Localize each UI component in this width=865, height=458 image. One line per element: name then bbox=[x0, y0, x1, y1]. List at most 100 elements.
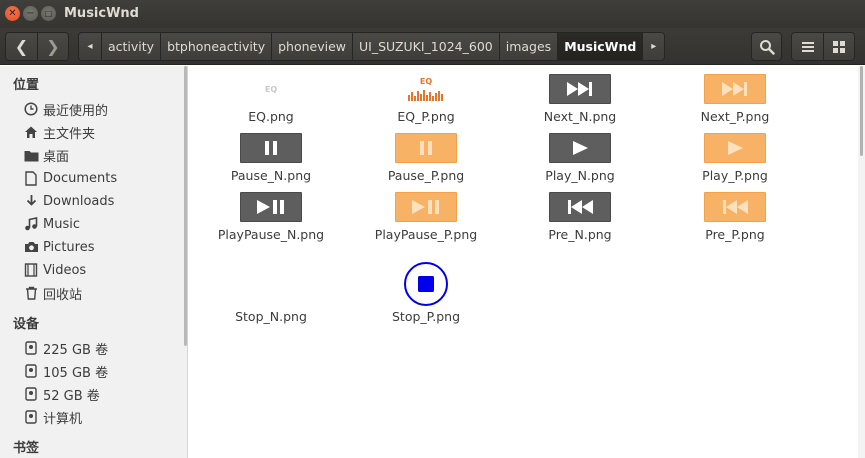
scrollbar-thumb[interactable] bbox=[860, 66, 863, 156]
list-view-icon bbox=[801, 41, 814, 52]
sidebar-item-volume-225gb[interactable]: 225 GB 卷 bbox=[23, 337, 108, 359]
eq-thumbnail: EQ bbox=[265, 72, 277, 106]
close-icon: ✕ bbox=[8, 7, 17, 19]
file-name: Stop_P.png bbox=[391, 309, 461, 324]
content-scrollbar[interactable] bbox=[858, 66, 865, 458]
breadcrumb-item[interactable]: btphoneactivity bbox=[160, 33, 272, 60]
stop-icon bbox=[404, 262, 448, 306]
maximize-window-button[interactable]: □ bbox=[41, 6, 56, 21]
sidebar-item-pictures[interactable]: Pictures bbox=[23, 236, 94, 258]
back-button[interactable]: ❮ bbox=[6, 33, 37, 60]
play-pause-pressed-thumbnail bbox=[395, 192, 457, 222]
eq-label-icon: EQ bbox=[419, 77, 433, 86]
camera-icon bbox=[23, 239, 39, 255]
toolbar: ❮ ❯ ◂ activity btphoneactivity phoneview… bbox=[0, 28, 865, 65]
sidebar-item-trash[interactable]: 回收站 bbox=[23, 282, 82, 304]
previous-thumbnail bbox=[549, 192, 611, 222]
grid-view-button[interactable] bbox=[823, 33, 854, 60]
play-pause-thumbnail bbox=[240, 192, 302, 222]
caret-right-icon: ▸ bbox=[651, 41, 657, 52]
search-button[interactable] bbox=[751, 32, 782, 61]
breadcrumb-item[interactable]: activity bbox=[101, 33, 161, 60]
file-item[interactable]: Play_P.png bbox=[660, 131, 810, 183]
sidebar-item-label: 最近使用的 bbox=[43, 103, 109, 119]
close-window-button[interactable]: ✕ bbox=[5, 6, 20, 21]
folder-icon bbox=[23, 147, 39, 163]
breadcrumb-current[interactable]: MusicWnd bbox=[557, 33, 643, 60]
sidebar-item-label: 105 GB 卷 bbox=[43, 365, 109, 381]
file-item[interactable]: PlayPause_N.png bbox=[196, 190, 346, 242]
sidebar-item-label: Music bbox=[43, 216, 80, 232]
sidebar-item-label: Videos bbox=[43, 262, 87, 278]
play-thumbnail bbox=[549, 133, 611, 163]
sidebar-item-home[interactable]: 主文件夹 bbox=[23, 121, 95, 143]
sidebar-item-volume-105gb[interactable]: 105 GB 卷 bbox=[23, 360, 108, 382]
file-name: Pre_P.png bbox=[705, 227, 765, 242]
file-item[interactable]: Next_P.png bbox=[660, 72, 810, 124]
next-icon bbox=[722, 82, 747, 96]
file-name: Play_N.png bbox=[545, 168, 615, 183]
chevron-left-icon: ❮ bbox=[14, 37, 29, 56]
file-name: Pause_N.png bbox=[230, 168, 312, 183]
caret-left-icon: ◂ bbox=[87, 41, 93, 52]
sidebar-item-label: Documents bbox=[43, 170, 118, 186]
home-icon bbox=[23, 124, 39, 140]
list-view-button[interactable] bbox=[792, 33, 823, 60]
chevron-right-icon: ❯ bbox=[46, 37, 60, 56]
document-icon bbox=[23, 170, 39, 186]
file-item[interactable]: Stop_P.png bbox=[351, 262, 501, 324]
file-item[interactable]: Pause_N.png bbox=[196, 131, 346, 183]
trash-icon bbox=[23, 285, 39, 301]
file-name: Next_P.png bbox=[700, 109, 770, 124]
file-item[interactable]: Stop_N.png bbox=[196, 262, 346, 324]
previous-icon bbox=[568, 200, 593, 214]
sidebar-item-label: Downloads bbox=[43, 193, 115, 209]
breadcrumb-scroll-left[interactable]: ◂ bbox=[79, 33, 101, 60]
sidebar-item-videos[interactable]: Videos bbox=[23, 259, 86, 281]
breadcrumb-item[interactable]: images bbox=[498, 33, 558, 60]
breadcrumb-item[interactable]: UI_SUZUKI_1024_600 bbox=[352, 33, 499, 60]
file-item[interactable]: Pre_P.png bbox=[660, 190, 810, 242]
file-item[interactable]: Next_N.png bbox=[505, 72, 655, 124]
pause-icon bbox=[265, 141, 277, 155]
sidebar-scrollbar[interactable] bbox=[184, 66, 187, 346]
grid-view-icon bbox=[833, 40, 845, 53]
file-item[interactable]: EQ EQ.png bbox=[196, 72, 346, 125]
title-bar: ✕ − □ MusicWnd bbox=[0, 0, 865, 28]
stop-thumbnail bbox=[403, 262, 449, 306]
sidebar-item-label: 225 GB 卷 bbox=[43, 342, 109, 358]
sidebar-item-music[interactable]: Music bbox=[23, 213, 80, 235]
sidebar-item-volume-52gb[interactable]: 52 GB 卷 bbox=[23, 383, 100, 405]
file-item[interactable]: Pause_P.png bbox=[351, 131, 501, 183]
file-item[interactable]: Pre_N.png bbox=[505, 190, 655, 242]
pause-icon bbox=[420, 141, 432, 155]
previous-pressed-thumbnail bbox=[704, 192, 766, 222]
file-name: EQ_P.png bbox=[397, 109, 455, 124]
drive-icon bbox=[23, 409, 39, 425]
sidebar-section-places: 位置 bbox=[13, 78, 40, 93]
breadcrumb-scroll-right[interactable]: ▸ bbox=[642, 33, 665, 60]
sidebar-section-bookmarks: 书签 bbox=[13, 441, 40, 456]
sidebar-item-downloads[interactable]: Downloads bbox=[23, 190, 114, 212]
view-options bbox=[791, 32, 855, 61]
minimize-window-button[interactable]: − bbox=[23, 6, 38, 21]
breadcrumb-item[interactable]: phoneview bbox=[271, 33, 353, 60]
sidebar-item-computer[interactable]: 计算机 bbox=[23, 406, 82, 428]
file-item[interactable]: Play_N.png bbox=[505, 131, 655, 183]
previous-icon bbox=[723, 200, 748, 214]
file-name: Pre_N.png bbox=[548, 227, 612, 242]
file-item[interactable]: EQ EQ_P.png bbox=[351, 72, 501, 124]
pause-thumbnail bbox=[240, 133, 302, 163]
sidebar-item-desktop[interactable]: 桌面 bbox=[23, 144, 69, 166]
file-item[interactable]: PlayPause_P.png bbox=[351, 190, 501, 242]
drive-icon bbox=[23, 340, 39, 356]
forward-button[interactable]: ❯ bbox=[37, 33, 68, 60]
sidebar-item-label: 桌面 bbox=[43, 149, 70, 165]
eq-pressed-thumbnail: EQ bbox=[407, 72, 445, 106]
breadcrumb: ◂ activity btphoneactivity phoneview UI_… bbox=[78, 32, 666, 61]
sidebar-item-label: 主文件夹 bbox=[43, 126, 96, 142]
sidebar-item-documents[interactable]: Documents bbox=[23, 167, 117, 189]
file-name: Pause_P.png bbox=[387, 168, 465, 183]
eq-label-icon: EQ bbox=[264, 84, 278, 94]
sidebar-item-recent[interactable]: 最近使用的 bbox=[23, 98, 108, 120]
